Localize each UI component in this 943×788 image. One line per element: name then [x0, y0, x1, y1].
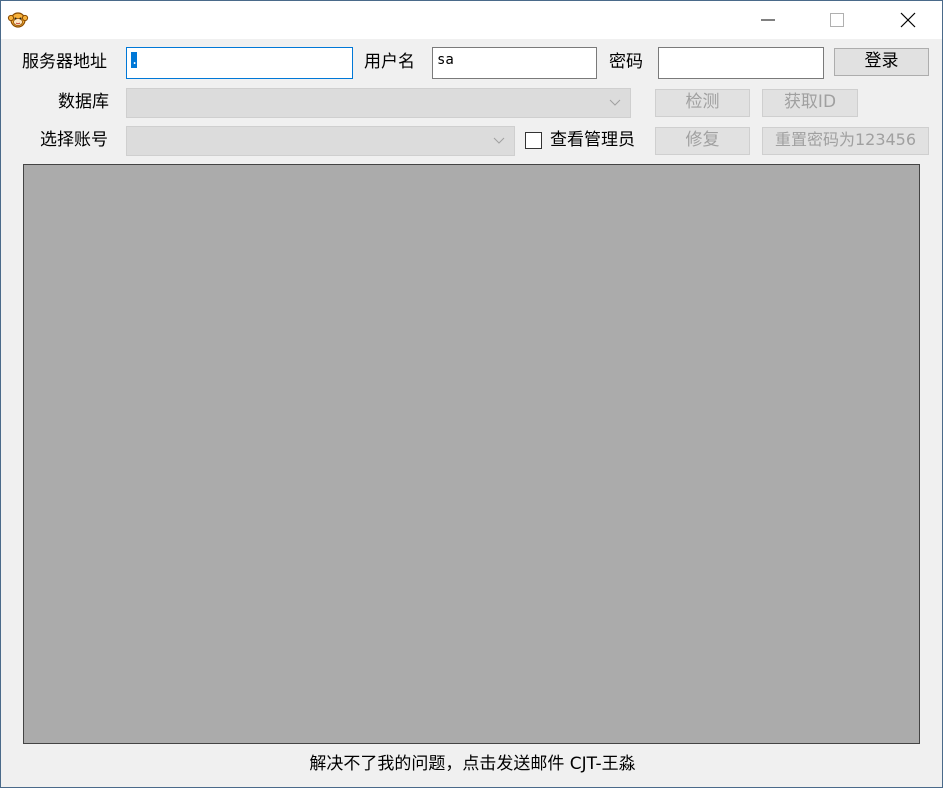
show-admin-label: 查看管理员 [550, 130, 635, 150]
minimize-button[interactable] [745, 1, 791, 39]
select-account-label: 选择账号 [40, 130, 108, 150]
database-label: 数据库 [58, 92, 109, 112]
check-button[interactable]: 检测 [655, 89, 750, 117]
username-input[interactable]: sa [432, 47, 597, 79]
server-address-input[interactable]: . [126, 47, 353, 79]
monkey-face-icon [7, 12, 29, 28]
server-address-value: . [131, 52, 139, 68]
close-button[interactable] [885, 1, 931, 39]
repair-button[interactable]: 修复 [655, 127, 750, 155]
results-panel [23, 164, 920, 744]
maximize-icon [830, 13, 844, 27]
minimize-icon [761, 19, 775, 21]
show-admin-checkbox[interactable] [525, 132, 542, 149]
send-email-link[interactable]: 解决不了我的问题，点击发送邮件 CJT-王淼 [1, 754, 943, 774]
maximize-button[interactable] [814, 1, 860, 39]
reset-password-button[interactable]: 重置密码为123456 [762, 127, 929, 155]
password-label: 密码 [609, 52, 643, 72]
chevron-down-icon [493, 137, 505, 144]
get-id-button[interactable]: 获取ID [762, 89, 858, 117]
account-select[interactable] [126, 126, 515, 156]
password-input[interactable] [658, 47, 824, 79]
database-select[interactable] [126, 88, 631, 118]
server-address-label: 服务器地址 [22, 52, 107, 72]
close-icon [900, 12, 916, 28]
title-bar[interactable] [1, 1, 942, 39]
username-label: 用户名 [364, 52, 415, 72]
login-button[interactable]: 登录 [834, 48, 929, 76]
chevron-down-icon [609, 99, 621, 106]
app-window: 服务器地址 . 用户名 sa 密码 登录 数据库 检测 获取ID 选择账号 查看… [0, 0, 943, 788]
